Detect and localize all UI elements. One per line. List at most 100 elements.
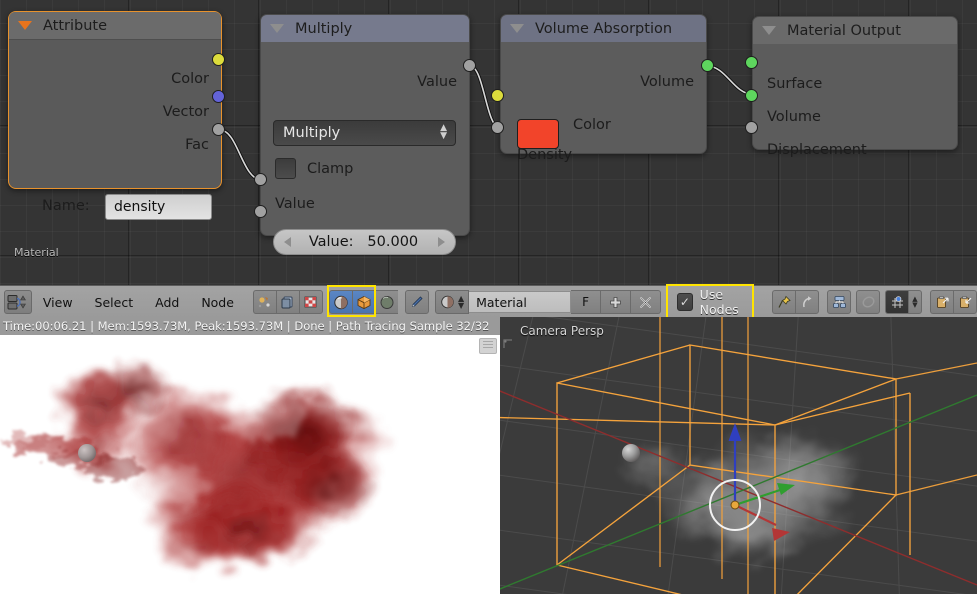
socket-displacement-in[interactable] <box>745 121 758 134</box>
name-field-label: Name: <box>42 198 90 214</box>
paste-from-clipboard-button[interactable] <box>953 290 977 314</box>
socket-volume-out[interactable] <box>701 59 714 72</box>
node-editor-icon <box>7 295 26 310</box>
object-shading-icon-button[interactable] <box>252 290 276 314</box>
clamp-checkbox-row[interactable]: Clamp <box>275 158 353 179</box>
render-result-pane[interactable]: Time:00:06.21 | Mem:1593.73M, Peak:1593.… <box>0 317 500 594</box>
unlink-material-button[interactable] <box>631 290 662 314</box>
editor-type-selector[interactable] <box>4 290 32 314</box>
node-material-output[interactable]: Material Output Surface Volume Displacem… <box>752 16 958 158</box>
snap-element-button[interactable] <box>885 290 908 314</box>
socket-surface-in[interactable] <box>745 56 758 69</box>
copy-icon <box>281 296 293 309</box>
node-multiply-title: Multiply <box>295 20 353 37</box>
socket-label-color: Color <box>171 71 209 87</box>
copy-to-clipboard-icon <box>936 296 949 308</box>
viewport-scene <box>500 317 977 594</box>
value-number-slider[interactable]: Value: 50.000 <box>273 229 456 255</box>
viewport-view-label: Camera Persp <box>520 324 604 338</box>
copy-to-clipboard-button[interactable] <box>930 290 953 314</box>
sphere-object <box>622 444 640 462</box>
snap-element-dropdown[interactable]: ▲ ▼ <box>908 290 922 314</box>
node-material-output-header[interactable]: Material Output <box>753 17 957 44</box>
socket-fac-out[interactable] <box>212 123 225 136</box>
socket-volume-in[interactable] <box>745 89 758 102</box>
clamp-label: Clamp <box>307 160 354 177</box>
material-target-button[interactable] <box>328 290 352 314</box>
socket-label-volume-in: Volume <box>767 109 821 125</box>
world-target-button[interactable] <box>374 290 398 314</box>
socket-label-value-in: Value <box>275 196 315 212</box>
material-browse-button[interactable]: ▲ ▼ <box>434 290 470 314</box>
node-volume-absorption[interactable]: Volume Absorption Volume Color Density <box>500 14 707 163</box>
world-sphere-icon <box>380 295 394 309</box>
copy-icon-button[interactable] <box>275 290 299 314</box>
render-pane-handle[interactable] <box>479 338 497 354</box>
socket-label-volume-out: Volume <box>640 74 694 90</box>
socket-label-vector: Vector <box>162 104 209 120</box>
pin-button-group[interactable] <box>772 290 819 314</box>
socket-color-out[interactable] <box>212 53 225 66</box>
increment-arrow-icon[interactable] <box>438 237 445 247</box>
socket-label-surface: Surface <box>767 76 823 92</box>
socket-multiply-value-out[interactable] <box>463 59 476 72</box>
clipboard-button-group[interactable] <box>930 290 977 314</box>
node-material-output-title: Material Output <box>787 22 901 39</box>
node-volume-absorption-header[interactable]: Volume Absorption <box>501 15 706 42</box>
viewport-corner-widget-icon[interactable] <box>503 339 513 349</box>
proportional-edit-group[interactable] <box>856 290 880 314</box>
new-material-button[interactable] <box>601 290 632 314</box>
proportional-edit-icon <box>862 296 874 308</box>
attribute-name-input[interactable]: density <box>105 194 212 220</box>
node-attribute-header[interactable]: Attribute <box>9 12 221 40</box>
menu-node[interactable]: Node <box>190 295 245 310</box>
menu-view[interactable]: View <box>32 295 84 310</box>
snap-button-group[interactable] <box>827 290 851 314</box>
pin-button[interactable] <box>772 290 795 314</box>
math-operation-value: Multiply <box>283 125 341 141</box>
brush-button[interactable] <box>404 290 429 314</box>
socket-absorption-color-in[interactable] <box>491 89 504 102</box>
socket-vector-out[interactable] <box>212 90 225 103</box>
collapse-triangle-icon[interactable] <box>270 24 284 33</box>
material-sphere-icon <box>441 295 454 309</box>
clamp-checkbox[interactable] <box>275 158 296 179</box>
socket-label-density-in: Density <box>517 147 573 163</box>
render-status-bar: Time:00:06.21 | Mem:1593.73M, Peak:1593.… <box>0 317 500 335</box>
snap-node-button[interactable] <box>827 290 851 314</box>
math-operation-dropdown[interactable]: Multiply ▲ ▼ <box>273 120 456 146</box>
chevron-updown-icon: ▲ ▼ <box>440 123 447 141</box>
decrement-arrow-icon[interactable] <box>284 237 291 247</box>
socket-multiply-value-in-1[interactable] <box>254 173 267 186</box>
material-name-input[interactable]: Material <box>469 291 572 313</box>
node-editor-header-toolbar[interactable]: View Select Add Node ▲ ▼ Material F ✓ Us… <box>0 284 977 320</box>
node-math-multiply[interactable]: Multiply Value Multiply ▲ ▼ Clamp Value V… <box>260 14 470 255</box>
use-nodes-toggle[interactable]: ✓ Use Nodes <box>666 284 762 320</box>
snap-element-group[interactable]: ▲ ▼ <box>885 290 922 314</box>
value-slider-label: Value: <box>308 234 354 250</box>
go-to-parent-button[interactable] <box>795 290 819 314</box>
node-attribute[interactable]: Attribute Color Vector Fac Name: density <box>8 11 222 220</box>
3d-viewport[interactable]: Camera Persp <box>500 317 977 594</box>
use-nodes-checkbox[interactable]: ✓ <box>677 293 693 311</box>
socket-absorption-density-in[interactable] <box>491 121 504 134</box>
render-canvas[interactable] <box>0 335 500 594</box>
object-shading-icon <box>259 297 271 308</box>
fake-user-button[interactable]: F <box>571 290 602 314</box>
menu-add[interactable]: Add <box>144 295 190 310</box>
proportional-edit-button[interactable] <box>856 290 880 314</box>
object-target-button[interactable] <box>351 290 375 314</box>
shader-node-editor[interactable]: Attribute Color Vector Fac Name: density… <box>0 0 977 285</box>
menu-select[interactable]: Select <box>84 295 145 310</box>
shader-target-button-group[interactable] <box>326 285 398 317</box>
collapse-triangle-icon[interactable] <box>510 24 524 33</box>
close-icon <box>640 296 651 308</box>
collapse-triangle-icon[interactable] <box>18 21 32 30</box>
shader-type-button-group[interactable] <box>252 290 323 314</box>
node-tree-label: Material <box>14 246 59 259</box>
brush-button-group[interactable] <box>404 290 429 314</box>
checker-texture-icon-button[interactable] <box>298 290 323 314</box>
collapse-triangle-icon[interactable] <box>762 26 776 35</box>
socket-multiply-value-in-2[interactable] <box>254 205 267 218</box>
node-multiply-header[interactable]: Multiply <box>261 15 469 42</box>
